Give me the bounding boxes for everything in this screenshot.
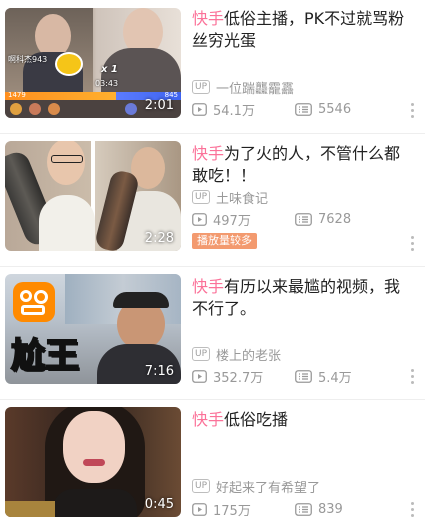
glasses-icon — [51, 155, 83, 163]
view-count: 497万 — [192, 210, 295, 229]
video-thumbnail[interactable]: 啊科杰943 x 1 03:43 1479 845 2:01 — [5, 8, 181, 118]
lips — [83, 459, 105, 466]
up-badge-icon: UP — [192, 190, 211, 204]
danmaku-count-value: 7628 — [318, 211, 352, 227]
view-count-value: 54.1万 — [213, 103, 255, 119]
pk-score-left: 1479 — [8, 91, 26, 99]
stats-row: 54.1万 5546 — [192, 100, 351, 119]
emoji-icon — [55, 52, 83, 76]
view-count: 175万 — [192, 500, 295, 519]
stats-row: 175万 839 — [192, 500, 343, 519]
title-text: 低俗吃播 — [224, 410, 289, 429]
danmaku-count: 5546 — [295, 102, 351, 117]
title-text: 为了火的人，不管什么都敢吃！！ — [192, 144, 401, 185]
video-title[interactable]: 快手有历以来最尴的视频，我不行了。 — [192, 276, 414, 320]
video-title[interactable]: 快手低俗主播，PK不过就骂粉丝穷光蛋 — [192, 8, 414, 52]
eater-body — [53, 489, 137, 517]
play-count-icon — [192, 103, 207, 116]
more-options-icon[interactable] — [403, 233, 421, 253]
video-card-4[interactable]: 0:45 快手低俗吃播 UP 好起来了有希望了 175万 839 — [0, 399, 425, 532]
title-text: 低俗主播，PK不过就骂粉丝穷光蛋 — [192, 9, 405, 50]
video-duration: 7:16 — [144, 364, 174, 379]
up-badge-icon: UP — [192, 347, 211, 361]
video-duration: 2:01 — [144, 98, 174, 113]
up-badge-icon: UP — [192, 80, 211, 94]
video-thumbnail[interactable]: 2:28 — [5, 141, 181, 251]
video-thumbnail[interactable]: 尬王 7:16 — [5, 274, 181, 384]
view-count: 352.7万 — [192, 367, 295, 386]
food-bowl — [5, 501, 55, 517]
eater-face — [63, 411, 125, 483]
streamer-name: 啊科杰943 — [8, 55, 48, 64]
video-title[interactable]: 快手低俗吃播 — [192, 409, 414, 431]
eater-body-left — [39, 195, 95, 251]
up-badge-icon: UP — [192, 479, 211, 493]
danmaku-count: 5.4万 — [295, 367, 352, 386]
video-card-3[interactable]: 尬王 7:16 快手有历以来最尴的视频，我不行了。 UP 楼上的老张 352.7… — [0, 266, 425, 399]
more-options-icon[interactable] — [403, 100, 421, 120]
video-title[interactable]: 快手为了火的人，不管什么都敢吃！！ — [192, 143, 414, 187]
uploader-name: 土味食记 — [216, 191, 269, 207]
uploader-row[interactable]: UP 一位踹龘靇靐 — [192, 78, 295, 97]
danmaku-count: 839 — [295, 502, 343, 517]
play-count-icon — [192, 213, 207, 226]
title-text: 有历以来最尴的视频，我不行了。 — [192, 277, 401, 318]
viewer-avatar-icon — [29, 103, 41, 115]
video-duration: 2:28 — [144, 231, 174, 246]
video-card-2[interactable]: 2:28 快手为了火的人，不管什么都敢吃！！ UP 土味食记 497万 7628… — [0, 133, 425, 266]
uploader-name: 一位踹龘靇靐 — [216, 81, 295, 97]
uploader-name: 楼上的老张 — [216, 348, 282, 364]
danmaku-count-value: 5546 — [318, 101, 352, 117]
danmaku-count-value: 5.4万 — [318, 370, 352, 386]
viewer-avatar-icon — [125, 103, 137, 115]
pk-timer: 03:43 — [95, 79, 119, 88]
danmaku-count: 7628 — [295, 212, 351, 227]
view-count-value: 352.7万 — [213, 370, 264, 386]
kuaishou-logo-icon — [13, 282, 55, 322]
play-count-icon — [192, 370, 207, 383]
pk-multiplier: x 1 — [101, 64, 118, 75]
uploader-row[interactable]: UP 楼上的老张 — [192, 345, 282, 364]
danmaku-icon — [295, 503, 312, 516]
video-card-1[interactable]: 啊科杰943 x 1 03:43 1479 845 2:01 快手低俗主播，PK… — [0, 0, 425, 133]
view-count-value: 497万 — [213, 213, 251, 229]
view-count: 54.1万 — [192, 100, 295, 119]
uploader-row[interactable]: UP 好起来了有希望了 — [192, 477, 321, 496]
popular-tag: 播放量较多 — [192, 233, 257, 249]
overlay-caption: 尬王 — [10, 335, 80, 377]
play-count-icon — [192, 503, 207, 516]
danmaku-count-value: 839 — [318, 501, 343, 517]
viewer-avatar-icon — [48, 103, 60, 115]
view-count-value: 175万 — [213, 503, 251, 519]
uploader-name: 好起来了有希望了 — [216, 480, 321, 496]
viewer-avatar-icon — [10, 103, 22, 115]
title-keyword: 快手 — [192, 144, 225, 163]
stats-row: 352.7万 5.4万 — [192, 367, 352, 386]
video-thumbnail[interactable]: 0:45 — [5, 407, 181, 517]
more-options-icon[interactable] — [403, 366, 421, 386]
title-keyword: 快手 — [192, 410, 225, 429]
video-duration: 0:45 — [144, 497, 174, 512]
danmaku-icon — [295, 370, 312, 383]
speaker-hair — [113, 292, 169, 308]
danmaku-icon — [295, 103, 312, 116]
uploader-row[interactable]: UP 土味食记 — [192, 188, 269, 207]
danmaku-icon — [295, 213, 312, 226]
title-keyword: 快手 — [192, 277, 225, 296]
stats-row: 497万 7628 — [192, 210, 351, 229]
more-options-icon[interactable] — [403, 499, 421, 519]
eater-face-left — [47, 141, 85, 185]
title-keyword: 快手 — [192, 9, 225, 28]
